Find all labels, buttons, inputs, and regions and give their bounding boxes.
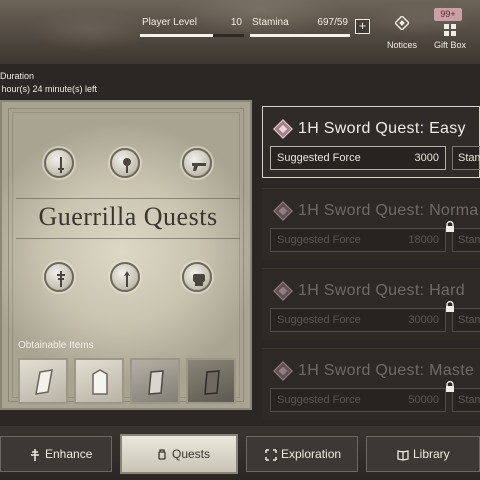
stamina-cost-label: Stam	[458, 234, 480, 246]
stamina-cost-box: Stam	[452, 308, 480, 332]
quest-difficulty-list: 1H Sword Quest: Easy Suggested Force 300…	[262, 106, 480, 420]
obtainable-item-3[interactable]	[130, 358, 180, 404]
lock-icon	[446, 221, 454, 232]
nav-exploration-label: Exploration	[281, 447, 342, 461]
quest-row-normal[interactable]: 1H Sword Quest: Norma Suggested Force 18…	[262, 188, 480, 260]
quest-row-easy[interactable]: 1H Sword Quest: Easy Suggested Force 300…	[262, 106, 480, 178]
card-title: Guerrilla Quests	[38, 202, 218, 231]
fist-icon	[182, 262, 212, 292]
enhance-icon	[31, 449, 39, 461]
suggested-force-value: 3000	[414, 152, 439, 164]
stamina-bar	[250, 34, 350, 37]
suggested-force-box: Suggested Force 18000	[270, 228, 446, 252]
top-hud: Player Level 10 Stamina 697/59 + Notices…	[0, 0, 480, 64]
lock-icon	[446, 301, 454, 312]
add-stamina-button[interactable]: +	[355, 19, 370, 34]
exploration-icon	[265, 449, 277, 461]
suggested-force-label: Suggested Force	[277, 234, 361, 246]
nav-library-label: Library	[413, 447, 450, 461]
stamina-cost-box: Stam	[452, 228, 480, 252]
suggested-force-label: Suggested Force	[277, 152, 361, 164]
obtainable-items-label: Obtainable Items	[18, 340, 94, 351]
nav-enhance-label: Enhance	[45, 447, 93, 461]
suggested-force-box: Suggested Force 50000	[270, 388, 446, 412]
mace-icon	[110, 148, 140, 178]
obtainable-item-4[interactable]	[186, 358, 236, 404]
player-level-bar	[140, 34, 244, 37]
material-shard-icon	[35, 369, 53, 395]
stamina-cost-box: Stam	[452, 388, 480, 412]
player-level-value: 10	[230, 17, 242, 28]
material-shard-icon	[204, 370, 220, 395]
stamina-stat: Stamina 697/59	[250, 15, 350, 37]
obtainable-item-2[interactable]	[74, 358, 124, 404]
quest-title: 1H Sword Quest: Maste	[298, 362, 475, 379]
stamina-cost-label: Stam	[458, 152, 480, 164]
quest-title: 1H Sword Quest: Norma	[298, 202, 479, 219]
stamina-cost-box: Stam	[452, 146, 480, 170]
gift-box-label: Gift Box	[433, 40, 466, 50]
library-icon	[397, 450, 409, 461]
suggested-force-box: Suggested Force 3000	[270, 146, 446, 170]
player-level-label: Player Level	[142, 17, 198, 28]
gift-box-icon	[444, 24, 456, 36]
quest-row-master[interactable]: 1H Sword Quest: Maste Suggested Force 50…	[262, 348, 480, 420]
gift-box-badge: 99+	[434, 8, 462, 21]
suggested-force-value: 50000	[408, 394, 439, 406]
nav-exploration[interactable]: Exploration	[246, 436, 358, 472]
lock-icon	[446, 381, 454, 392]
suggested-force-value: 18000	[408, 234, 439, 246]
stamina-value: 697/59	[317, 17, 348, 28]
quest-row-hard[interactable]: 1H Sword Quest: Hard Suggested Force 300…	[262, 268, 480, 340]
sword-icon	[44, 148, 74, 178]
spear-icon	[110, 262, 140, 292]
notices-icon	[395, 16, 409, 30]
quests-icon	[158, 449, 166, 460]
suggested-force-box: Suggested Force 30000	[270, 308, 446, 332]
suggested-force-value: 30000	[408, 314, 439, 326]
stamina-label: Stamina	[252, 17, 289, 28]
duration-remaining: 0 hour(s) 24 minute(s) left	[0, 84, 98, 94]
notices-button[interactable]: Notices	[380, 14, 424, 50]
stamina-cost-label: Stam	[458, 314, 480, 326]
staff-icon	[44, 262, 74, 292]
duration-label: Duration	[0, 71, 35, 81]
stamina-cost-label: Stam	[458, 394, 480, 406]
nav-library[interactable]: Library	[366, 436, 480, 472]
guerrilla-quests-card: Guerrilla Quests Obtainable Items	[0, 100, 252, 410]
player-level-stat: Player Level 10	[140, 15, 244, 37]
event-duration: Duration 0 hour(s) 24 minute(s) left	[0, 70, 200, 96]
nav-quests[interactable]: Quests	[120, 434, 238, 474]
bottom-navigation: Enhance Quests Exploration Library	[0, 426, 480, 480]
material-shard-icon	[148, 370, 164, 395]
title-rule-top	[16, 198, 240, 199]
notices-label: Notices	[386, 40, 417, 50]
title-rule-bottom	[16, 238, 240, 239]
nav-quests-label: Quests	[172, 447, 211, 461]
obtainable-item-1[interactable]	[18, 358, 68, 404]
quest-title: 1H Sword Quest: Easy	[298, 120, 466, 137]
suggested-force-label: Suggested Force	[277, 394, 361, 406]
quest-title: 1H Sword Quest: Hard	[298, 282, 465, 299]
material-shard-icon	[92, 369, 108, 395]
nav-enhance[interactable]: Enhance	[0, 436, 112, 472]
gun-icon	[182, 148, 212, 178]
suggested-force-label: Suggested Force	[277, 314, 361, 326]
